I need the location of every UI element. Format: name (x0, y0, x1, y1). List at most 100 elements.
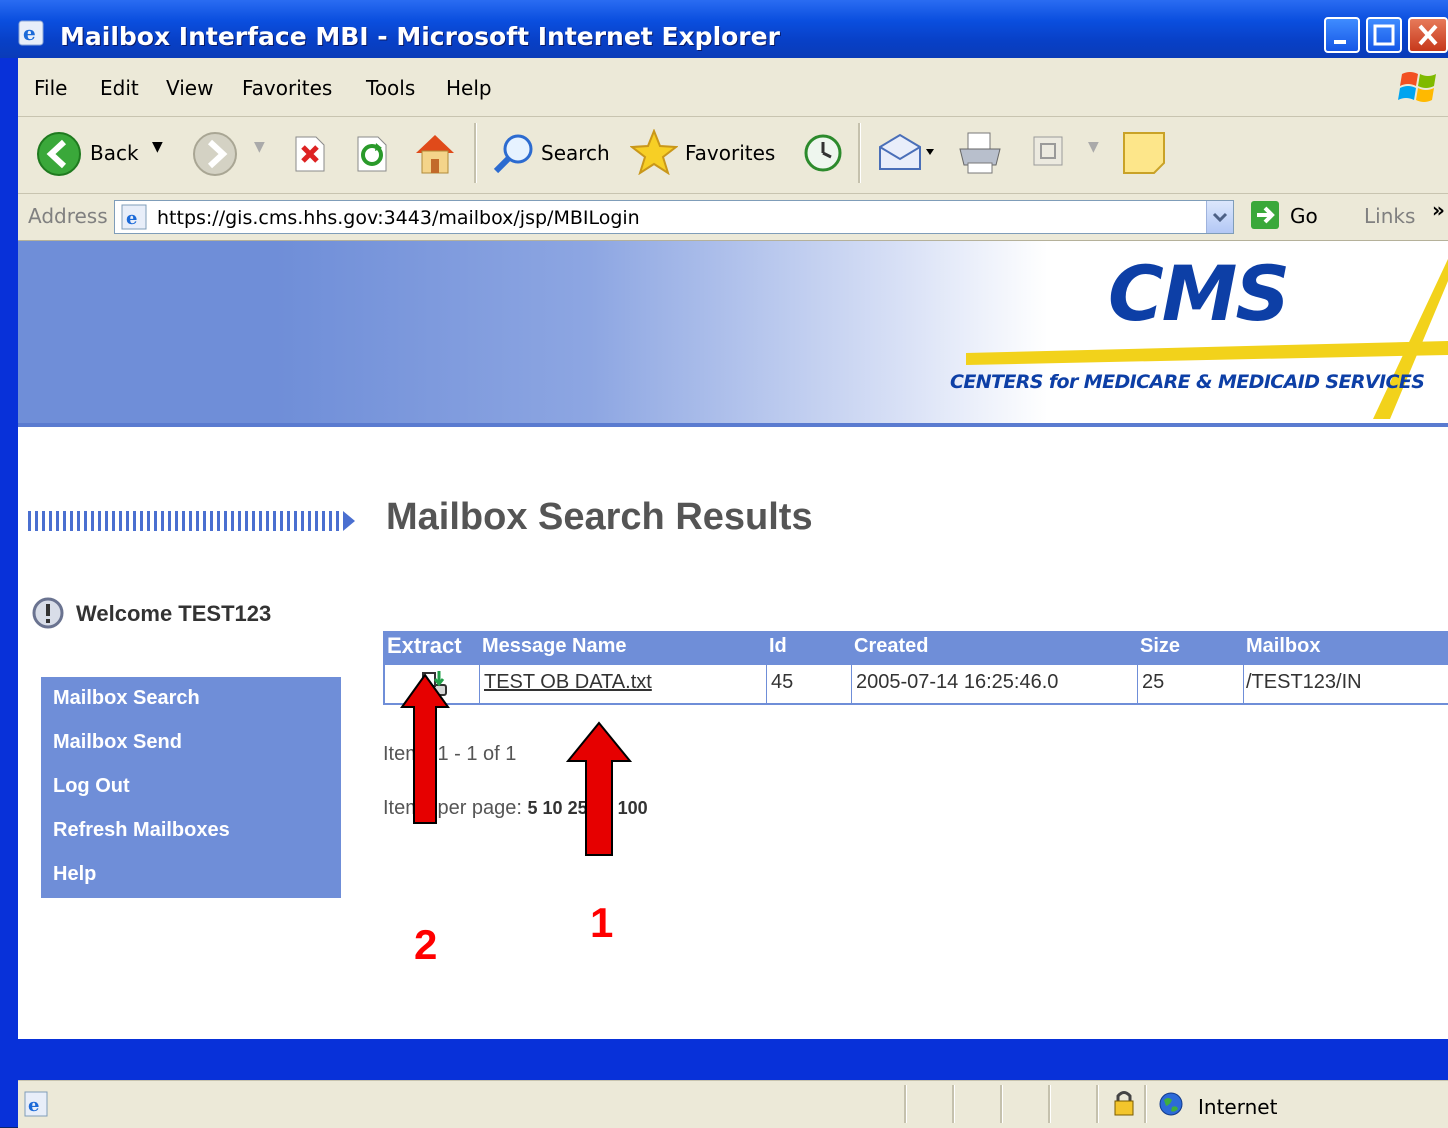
nav-log-out[interactable]: Log Out (53, 775, 130, 798)
browser-window: e Mailbox Interface MBI - Microsoft Inte… (0, 0, 1448, 1128)
status-bar: e Internet (18, 1080, 1448, 1128)
menu-bar: File Edit View Favorites Tools Help (18, 58, 1448, 117)
close-button[interactable] (1408, 17, 1448, 53)
annotation-label-2: 2 (414, 921, 438, 968)
favorites-label[interactable]: Favorites (685, 141, 775, 165)
decorative-arrow-icon (28, 511, 355, 531)
links-chevron-icon[interactable]: » (1432, 198, 1445, 222)
message-created: 2005-07-14 16:25:46.0 (856, 671, 1059, 693)
col-size: Size (1140, 635, 1181, 657)
results-header: Extract Message Name Id Created Size Mai… (383, 631, 1448, 663)
col-message-name: Message Name (482, 635, 627, 657)
refresh-button[interactable] (354, 135, 390, 177)
windows-logo-icon (1398, 72, 1436, 102)
cms-banner: CMS CENTERS for MEDICARE & MEDICAID SERV… (18, 241, 1448, 427)
forward-dropdown-icon[interactable]: ▼ (254, 139, 265, 155)
print-button[interactable] (956, 131, 1004, 179)
links-label[interactable]: Links (1364, 204, 1415, 228)
svg-text:e: e (28, 1095, 39, 1116)
maximize-button[interactable] (1366, 17, 1402, 53)
favorites-button[interactable] (629, 128, 679, 179)
mail-button[interactable] (878, 133, 938, 177)
title-bar: e Mailbox Interface MBI - Microsoft Inte… (0, 0, 1448, 58)
go-label[interactable]: Go (1290, 204, 1318, 228)
address-dropdown-button[interactable] (1206, 201, 1233, 233)
col-extract: Extract (387, 633, 462, 658)
edit-button[interactable] (1032, 135, 1066, 173)
maximize-icon (1373, 24, 1395, 46)
menu-edit[interactable]: Edit (100, 76, 139, 100)
forward-arrow-icon (193, 132, 237, 176)
refresh-icon (357, 136, 387, 172)
svg-text:e: e (23, 21, 36, 45)
search-icon (493, 134, 533, 174)
favorites-star-icon (629, 128, 679, 176)
address-label: Address (28, 204, 108, 228)
col-id: Id (769, 635, 787, 657)
close-icon (1418, 24, 1438, 46)
minimize-icon (1334, 40, 1346, 44)
svg-text:e: e (126, 208, 137, 229)
page-icon: e (121, 204, 147, 230)
ie-icon: e (18, 20, 44, 46)
page-status-icon: e (24, 1091, 48, 1117)
message-id: 45 (771, 671, 794, 693)
side-navigation: Mailbox Search Mailbox Send Log Out Refr… (41, 677, 341, 898)
edit-dropdown-icon[interactable]: ▼ (1088, 139, 1099, 155)
lock-icon (1114, 1091, 1134, 1116)
stop-icon (295, 136, 325, 172)
stop-button[interactable] (292, 135, 328, 177)
address-input[interactable]: e https://gis.cms.hhs.gov:3443/mailbox/j… (114, 200, 1234, 234)
history-icon (804, 134, 842, 172)
welcome-message: Welcome TEST123 (32, 597, 271, 635)
annotation-label-1: 1 (590, 899, 614, 946)
window-title: Mailbox Interface MBI - Microsoft Intern… (60, 22, 780, 51)
col-mailbox: Mailbox (1246, 635, 1321, 657)
menu-tools[interactable]: Tools (366, 76, 415, 100)
menu-favorites[interactable]: Favorites (242, 76, 332, 100)
welcome-text: Welcome TEST123 (76, 601, 272, 626)
history-button[interactable] (802, 133, 844, 177)
print-icon (959, 132, 1001, 174)
nav-help[interactable]: Help (53, 863, 96, 886)
home-icon (416, 135, 454, 174)
back-dropdown-icon[interactable]: ▼ (152, 139, 163, 155)
message-size: 25 (1142, 671, 1165, 693)
security-zone-label: Internet (1198, 1095, 1278, 1119)
annotation-arrow-1 (566, 721, 632, 856)
nav-mailbox-search[interactable]: Mailbox Search (53, 687, 200, 710)
back-arrow-icon (37, 132, 81, 176)
cms-logo: CMS (1108, 249, 1290, 338)
cms-subtitle: CENTERS for MEDICARE & MEDICAID SERVICES (950, 371, 1425, 393)
mail-icon (879, 133, 934, 170)
address-bar: Address e https://gis.cms.hhs.gov:3443/m… (18, 194, 1448, 241)
minimize-button[interactable] (1324, 17, 1360, 53)
address-url[interactable]: https://gis.cms.hhs.gov:3443/mailbox/jsp… (157, 207, 640, 229)
menu-help[interactable]: Help (446, 76, 492, 100)
note-icon (1123, 132, 1165, 174)
back-label[interactable]: Back (90, 141, 139, 165)
message-mailbox: /TEST123/IN (1246, 671, 1362, 693)
page-title: Mailbox Search Results (386, 496, 813, 538)
globe-icon (1159, 1092, 1183, 1116)
forward-button[interactable] (192, 131, 238, 181)
annotation-arrow-2 (400, 673, 450, 824)
search-button[interactable] (492, 133, 536, 179)
go-button[interactable]: Go (1250, 200, 1318, 234)
chevron-down-icon (1212, 212, 1228, 223)
message-name-link[interactable]: TEST OB DATA.txt (484, 671, 652, 694)
home-button[interactable] (412, 131, 458, 179)
messenger-button[interactable] (1122, 131, 1166, 179)
col-created: Created (854, 635, 929, 657)
go-arrow-icon (1251, 201, 1279, 229)
menu-view[interactable]: View (166, 76, 213, 100)
page-content: CMS CENTERS for MEDICARE & MEDICAID SERV… (18, 241, 1448, 1039)
toolbar: Back ▼ ▼ Search Favorites ▼ (18, 117, 1448, 194)
nav-refresh-mailboxes[interactable]: Refresh Mailboxes (53, 819, 230, 842)
back-button[interactable] (36, 131, 82, 181)
search-label[interactable]: Search (541, 141, 610, 165)
nav-mailbox-send[interactable]: Mailbox Send (53, 731, 182, 754)
menu-file[interactable]: File (34, 76, 67, 100)
table-row: TEST OB DATA.txt 45 2005-07-14 16:25:46.… (383, 663, 1448, 705)
edit-icon (1033, 136, 1063, 166)
